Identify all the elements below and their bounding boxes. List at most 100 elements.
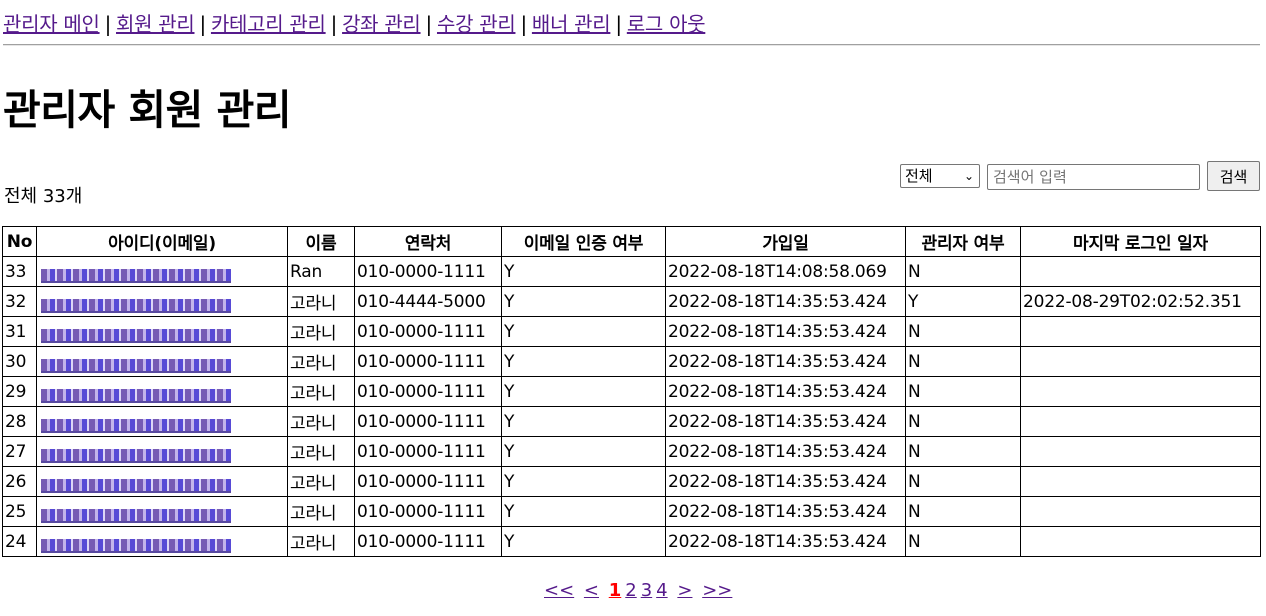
cell-last-login [1020, 496, 1261, 527]
cell-last-login [1020, 436, 1261, 467]
nav-course-management[interactable]: 강좌 관리 [342, 12, 421, 36]
cell-phone: 010-0000-1111 [354, 346, 502, 377]
search-type-select[interactable]: 전체 ⌄ [900, 164, 980, 188]
cell-email [36, 256, 288, 287]
search-button[interactable]: 검색 [1207, 161, 1260, 191]
cell-admin: N [905, 346, 1021, 377]
email-link-redacted[interactable] [41, 508, 231, 523]
cell-name: 고라니 [287, 286, 355, 317]
divider [3, 44, 1260, 46]
cell-admin: N [905, 316, 1021, 347]
cell-email [36, 406, 288, 437]
page-link[interactable]: 4 [656, 580, 667, 601]
nav-separator: | [199, 12, 206, 36]
nav-separator: | [520, 12, 527, 36]
top-nav: 관리자 메인 | 회원 관리 | 카테고리 관리 | 강좌 관리 | 수강 관리 | 배너 관리 | 로… [3, 8, 706, 37]
cell-email [36, 466, 288, 497]
email-link-redacted[interactable] [41, 328, 231, 343]
cell-email-auth: Y [501, 346, 666, 377]
email-link-redacted[interactable] [41, 538, 231, 553]
cell-phone: 010-0000-1111 [354, 256, 502, 287]
page-link[interactable]: 2 [625, 580, 636, 601]
nav-admin-main[interactable]: 관리자 메인 [3, 12, 100, 36]
email-link-redacted[interactable] [41, 298, 231, 313]
cell-joined: 2022-08-18T14:08:58.069 [665, 256, 906, 287]
page-link-current[interactable]: 1 [609, 580, 622, 601]
chevron-down-icon: ⌄ [963, 169, 974, 183]
cell-phone: 010-0000-1111 [354, 526, 502, 557]
nav-enrollment-management[interactable]: 수강 관리 [437, 12, 516, 36]
cell-email-auth: Y [501, 466, 666, 497]
cell-name: 고라니 [287, 496, 355, 527]
cell-no: 29 [2, 376, 37, 407]
table-row: 32 고라니 010-4444-5000 Y 2022-08-18T14:35:… [2, 286, 1261, 317]
cell-last-login [1020, 406, 1261, 437]
cell-email-auth: Y [501, 316, 666, 347]
table-row: 29 고라니 010-0000-1111 Y 2022-08-18T14:35:… [2, 376, 1261, 407]
member-table: No 아이디(이메일) 이름 연락처 이메일 인증 여부 가입일 관리자 여부 … [2, 226, 1261, 557]
email-link-redacted[interactable] [41, 478, 231, 493]
cell-admin: N [905, 376, 1021, 407]
cell-name: 고라니 [287, 406, 355, 437]
table-row: 25 고라니 010-0000-1111 Y 2022-08-18T14:35:… [2, 496, 1261, 527]
nav-member-management[interactable]: 회원 관리 [116, 12, 195, 36]
email-link-redacted[interactable] [41, 448, 231, 463]
cell-email-auth: Y [501, 436, 666, 467]
email-link-redacted[interactable] [41, 358, 231, 373]
cell-no: 28 [2, 406, 37, 437]
email-link-redacted[interactable] [41, 418, 231, 433]
cell-last-login [1020, 256, 1261, 287]
cell-no: 26 [2, 466, 37, 497]
nav-separator: | [104, 12, 112, 36]
cell-admin: N [905, 256, 1021, 287]
cell-name: 고라니 [287, 526, 355, 557]
column-header-name: 이름 [287, 226, 355, 257]
column-header-admin: 관리자 여부 [905, 226, 1021, 257]
cell-no: 27 [2, 436, 37, 467]
cell-no: 31 [2, 316, 37, 347]
cell-joined: 2022-08-18T14:35:53.424 [665, 436, 906, 467]
cell-phone: 010-0000-1111 [354, 406, 502, 437]
nav-separator: | [615, 12, 622, 36]
cell-last-login [1020, 376, 1261, 407]
cell-no: 25 [2, 496, 37, 527]
search-input[interactable] [987, 164, 1200, 190]
page-first-link[interactable]: << [544, 580, 574, 601]
nav-separator: | [330, 12, 338, 36]
column-header-email: 아이디(이메일) [36, 226, 288, 257]
total-count: 전체 33개 [4, 186, 83, 207]
nav-logout[interactable]: 로그 아웃 [627, 12, 706, 36]
cell-admin: N [905, 436, 1021, 467]
nav-category-management[interactable]: 카테고리 관리 [211, 12, 326, 36]
table-row: 26 고라니 010-0000-1111 Y 2022-08-18T14:35:… [2, 466, 1261, 497]
page-prev-link[interactable]: < [584, 580, 599, 601]
cell-last-login [1020, 346, 1261, 377]
email-link-redacted[interactable] [41, 388, 231, 403]
cell-name: 고라니 [287, 346, 355, 377]
cell-name: 고라니 [287, 376, 355, 407]
email-link-redacted[interactable] [41, 268, 231, 283]
page-link[interactable]: 3 [641, 580, 652, 601]
cell-name: 고라니 [287, 466, 355, 497]
cell-email [36, 376, 288, 407]
cell-admin: N [905, 526, 1021, 557]
cell-phone: 010-0000-1111 [354, 466, 502, 497]
cell-phone: 010-0000-1111 [354, 436, 502, 467]
cell-name: Ran [287, 256, 355, 287]
page-next-link[interactable]: > [677, 580, 692, 601]
cell-no: 32 [2, 286, 37, 317]
column-header-last-login: 마지막 로그인 일자 [1020, 226, 1261, 257]
cell-no: 24 [2, 526, 37, 557]
cell-joined: 2022-08-18T14:35:53.424 [665, 316, 906, 347]
nav-separator: | [425, 12, 433, 36]
cell-email [36, 286, 288, 317]
cell-last-login [1020, 526, 1261, 557]
cell-email [36, 316, 288, 347]
cell-email-auth: Y [501, 256, 666, 287]
cell-joined: 2022-08-18T14:35:53.424 [665, 466, 906, 497]
cell-joined: 2022-08-18T14:35:53.424 [665, 376, 906, 407]
page-last-link[interactable]: >> [702, 580, 732, 601]
nav-banner-management[interactable]: 배너 관리 [532, 12, 611, 36]
cell-name: 고라니 [287, 316, 355, 347]
pagination: << < 1234 > >> [542, 580, 734, 601]
